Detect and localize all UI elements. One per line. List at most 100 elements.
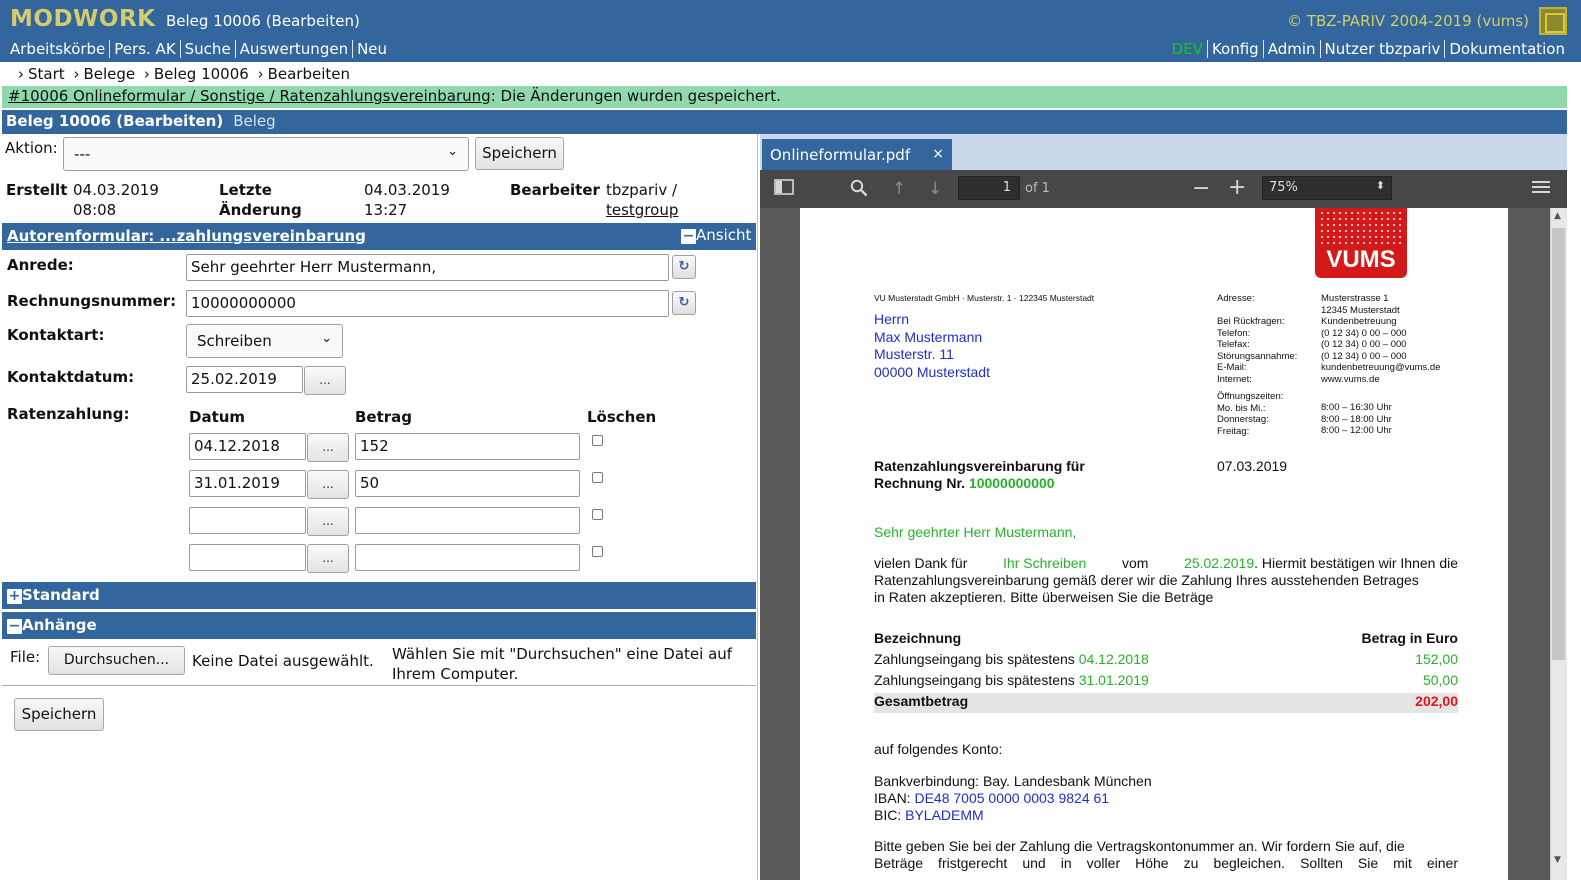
- pdf-scroll-thumb[interactable]: [1552, 228, 1565, 660]
- rate-1-date-picker-button[interactable]: ...: [307, 433, 349, 462]
- bearbeiter-group-link[interactable]: testgroup: [606, 201, 678, 219]
- rate-3-betrag-input[interactable]: [355, 507, 580, 534]
- standard-section-header[interactable]: + Standard: [2, 582, 756, 609]
- aktion-label: Aktion:: [5, 139, 58, 157]
- kontaktdatum-input[interactable]: 25.02.2019: [186, 366, 303, 393]
- no-file-text: Keine Datei ausgewählt.: [192, 652, 374, 670]
- save-button-top[interactable]: Speichern: [475, 137, 564, 170]
- section-title: Beleg 10006 (Bearbeiten): [6, 112, 224, 130]
- menu-icon[interactable]: [1532, 179, 1550, 200]
- crumb-belege[interactable]: Belege: [83, 65, 135, 83]
- rate-1-datum-input[interactable]: 04.12.2018: [189, 433, 306, 460]
- rate-4-datum-input[interactable]: [189, 544, 306, 571]
- rate-3-delete-checkbox[interactable]: [592, 509, 603, 520]
- minus-icon: −: [7, 618, 22, 634]
- rate-2-delete-checkbox[interactable]: [592, 472, 603, 483]
- bearbeiter-user: tbzpariv /: [606, 181, 678, 199]
- letter-date: 07.03.2019: [1217, 458, 1288, 474]
- kontaktdatum-picker-button[interactable]: ...: [304, 366, 346, 395]
- crumb-beleg[interactable]: Beleg 10006: [154, 65, 249, 83]
- nav-suche[interactable]: Suche: [179, 40, 235, 58]
- save-button-bottom[interactable]: Speichern: [14, 698, 104, 731]
- nav-dev[interactable]: DEV: [1172, 40, 1207, 58]
- section-header: Beleg 10006 (Bearbeiten) Beleg: [2, 110, 1567, 134]
- app-logo[interactable]: MODWORK: [10, 6, 156, 32]
- nav-nutzer[interactable]: Nutzer tbzpariv: [1319, 40, 1445, 58]
- autoren-title-link[interactable]: Autorenformular: ...zahlungsvereinbarung: [7, 227, 366, 245]
- page-number-input[interactable]: 1: [958, 176, 1020, 200]
- rate-3-date-picker-button[interactable]: ...: [307, 507, 349, 536]
- file-label: File:: [10, 648, 41, 666]
- rate-1-delete-checkbox[interactable]: [592, 435, 603, 446]
- rate-4-date-picker-button[interactable]: ...: [307, 544, 349, 573]
- rate-2-date-picker-button[interactable]: ...: [307, 470, 349, 499]
- aenderung-label: Änderung: [219, 201, 302, 219]
- divider: [2, 685, 756, 686]
- close-icon[interactable]: ×: [932, 146, 944, 162]
- hours-values: 8:00 – 16:30 Uhr 8:00 – 18:00 Uhr 8:00 –…: [1321, 402, 1392, 436]
- col-datum-header: Datum: [189, 408, 246, 426]
- previous-page-icon[interactable]: ↑: [892, 179, 906, 199]
- zoom-select[interactable]: 75% ⬍: [1262, 176, 1392, 200]
- rate-4-delete-checkbox[interactable]: [592, 546, 603, 557]
- nav-arbeitskoerbe[interactable]: Arbeitskörbe: [10, 40, 109, 58]
- nav-dokumentation[interactable]: Dokumentation: [1444, 40, 1569, 58]
- anrede-input[interactable]: Sehr geehrter Herr Mustermann,: [186, 254, 669, 281]
- rate-2-betrag-input[interactable]: 50: [355, 470, 580, 497]
- aktion-value: ---: [74, 145, 91, 163]
- pdf-page: VUMS VU Musterstadt GmbH · Musterstr. 1 …: [800, 208, 1508, 880]
- rechnungsnummer-input[interactable]: 10000000000: [186, 290, 669, 317]
- erstellt-time: 08:08: [73, 201, 117, 219]
- scroll-down-icon[interactable]: ▼: [1554, 855, 1561, 865]
- pdf-tab[interactable]: Onlineformular.pdf ×: [762, 139, 952, 171]
- anrede-refresh-icon[interactable]: ↻: [672, 255, 696, 279]
- vums-logo: VUMS: [1315, 208, 1407, 278]
- aktion-select[interactable]: --- ⌄: [63, 137, 469, 171]
- pdf-toolbar: ↑ ↓ − +: [760, 170, 1567, 208]
- kontaktart-select[interactable]: Schreiben ⌄: [186, 324, 343, 358]
- nav-auswertungen[interactable]: Auswertungen: [234, 40, 353, 58]
- crumb-start[interactable]: Start: [28, 65, 65, 83]
- sender-line: VU Musterstadt GmbH · Musterstr. 1 · 122…: [874, 293, 1095, 303]
- bank-details: Bankverbindung: Bay. Landesbank München …: [874, 773, 1152, 823]
- rate-3-datum-input[interactable]: [189, 507, 306, 534]
- anrede-label: Anrede:: [7, 256, 74, 274]
- nav-neu[interactable]: Neu: [352, 40, 392, 58]
- chevron-down-icon: ⌄: [447, 144, 458, 159]
- info-labels: Adresse: Bei Rückfragen: Telefon: Telefa…: [1217, 293, 1298, 385]
- updown-arrows-icon: ⬍: [1375, 179, 1385, 192]
- bearbeiter-label: Bearbeiter: [510, 181, 600, 199]
- pdf-tab-title: Onlineformular.pdf: [770, 146, 911, 164]
- breadcrumb: › Start › Belege › Beleg 10006 › Bearbeiten: [18, 65, 351, 83]
- account-intro: auf folgendes Konto:: [874, 741, 1003, 757]
- ansicht-toggle[interactable]: − Ansicht: [681, 226, 751, 244]
- standard-label: Standard: [22, 586, 100, 604]
- payment-total-row: Gesamtbetrag 202,00: [874, 693, 1458, 713]
- nav-pers-ak[interactable]: Pers. AK: [109, 40, 180, 58]
- search-icon[interactable]: [850, 179, 868, 202]
- top-header: MODWORK Beleg 10006 (Bearbeiten) © TBZ-P…: [0, 0, 1581, 62]
- section-subtitle: Beleg: [233, 112, 276, 130]
- anhaenge-section-header[interactable]: − Anhänge: [2, 612, 756, 639]
- nav-konfig[interactable]: Konfig: [1206, 40, 1263, 58]
- scroll-up-icon[interactable]: ▲: [1554, 211, 1561, 221]
- rate-1-betrag-input[interactable]: 152: [355, 433, 580, 460]
- rechnung-refresh-icon[interactable]: ↻: [672, 291, 696, 315]
- sidebar-toggle-icon[interactable]: [774, 179, 794, 200]
- next-page-icon[interactable]: ↓: [928, 179, 942, 199]
- message-link[interactable]: #10006 Onlineformular / Sonstige / Raten…: [8, 87, 491, 105]
- erstellt-label: Erstellt: [6, 181, 68, 199]
- rate-2-datum-input[interactable]: 31.01.2019: [189, 470, 306, 497]
- hours-labels: Öffnungszeiten: Mo. bis Mi.: Donnerstag:…: [1217, 391, 1284, 437]
- kontaktart-label: Kontaktart:: [7, 326, 105, 344]
- letzte-date: 04.03.2019: [364, 181, 450, 199]
- zoom-out-icon[interactable]: −: [1192, 176, 1210, 201]
- nav-admin[interactable]: Admin: [1262, 40, 1320, 58]
- file-hint-line1: Wählen Sie mit "Durchsuchen" eine Datei …: [392, 645, 733, 663]
- payment-table: Bezeichnung Betrag in Euro Zahlungseingan…: [874, 630, 1458, 713]
- rate-4-betrag-input[interactable]: [355, 544, 580, 571]
- letter-body: vielen Dank für Ihr Schreiben vom 25.02.…: [874, 555, 1458, 605]
- zoom-in-icon[interactable]: +: [1228, 175, 1246, 200]
- browse-button[interactable]: Durchsuchen...: [48, 646, 185, 675]
- minus-icon: −: [681, 228, 696, 244]
